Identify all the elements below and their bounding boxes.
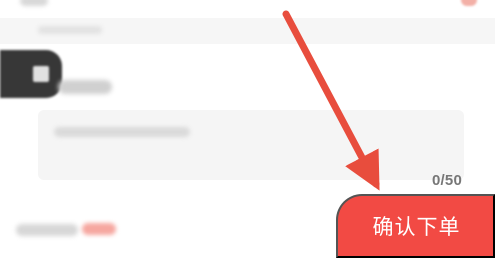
confirm-order-button[interactable]: 确认下单	[336, 194, 495, 258]
blurred-total-price	[82, 223, 116, 235]
blurred-remark-placeholder	[54, 127, 190, 137]
blurred-section-text	[38, 26, 102, 34]
remark-textarea[interactable]	[38, 110, 464, 180]
blurred-total-label	[16, 224, 78, 236]
side-tab-icon	[33, 66, 49, 82]
order-confirmation-screen: 0/50 确认下单	[0, 0, 495, 258]
blurred-top-text	[20, 0, 48, 6]
blurred-top-badge	[461, 0, 477, 6]
top-row	[0, 0, 495, 12]
blurred-remark-label	[58, 80, 112, 94]
remark-char-counter: 0/50	[432, 172, 462, 189]
side-floating-tab[interactable]	[0, 50, 62, 98]
